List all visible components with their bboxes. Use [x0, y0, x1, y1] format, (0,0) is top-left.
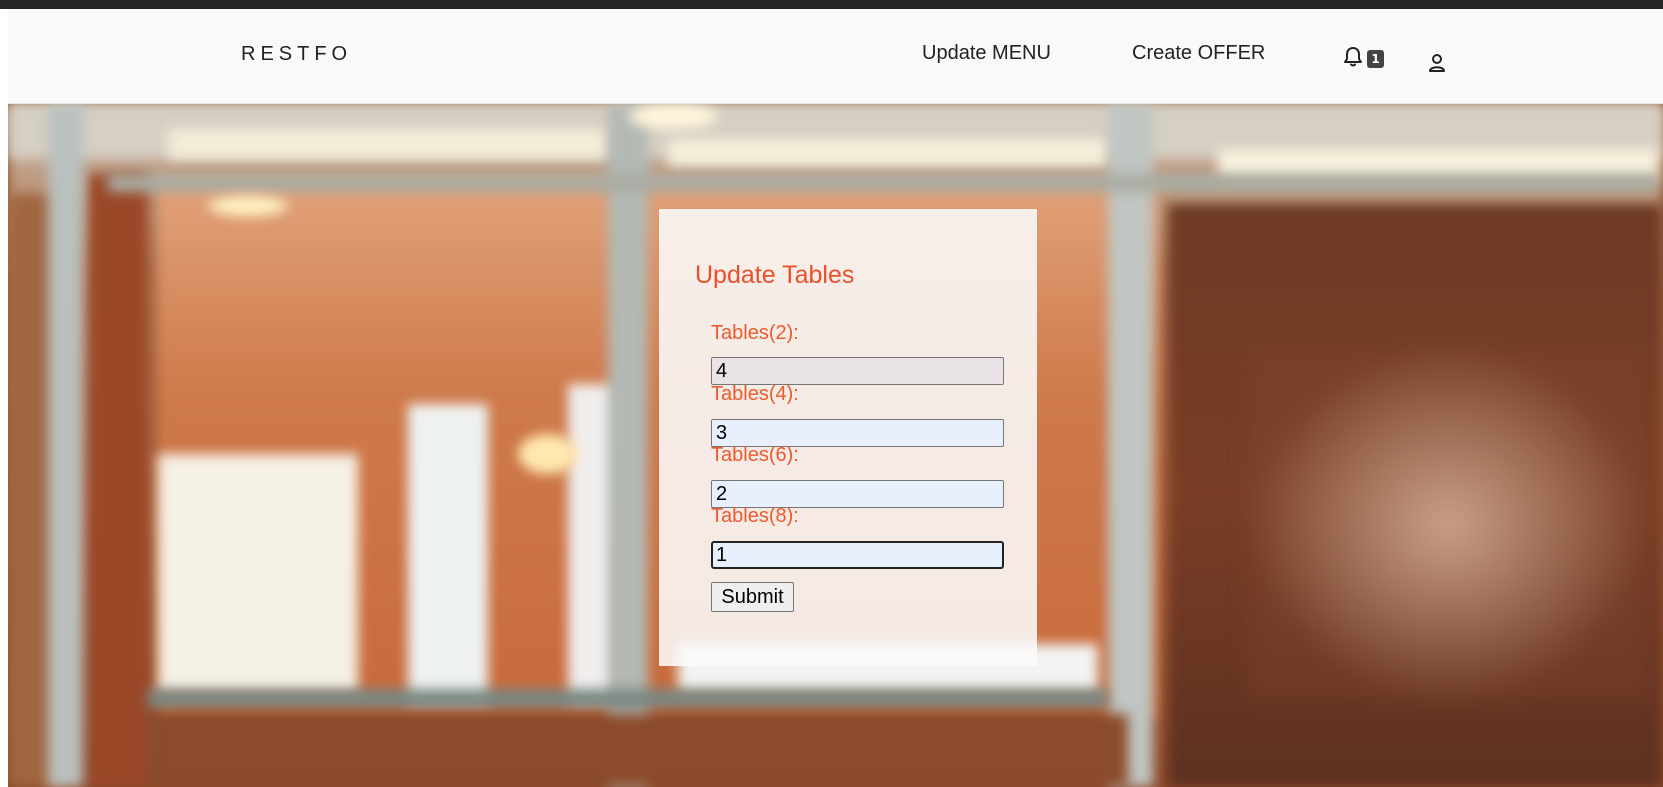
user-icon[interactable] [1428, 53, 1446, 73]
nav-link-update-menu[interactable]: Update MENU [922, 42, 1051, 65]
notifications-button[interactable]: 1 [1341, 45, 1386, 71]
update-tables-form: Update Tables Tables(2): Tables(4): Tabl… [659, 209, 1037, 666]
bell-icon [1344, 47, 1362, 67]
tables-2-input[interactable] [711, 357, 1004, 385]
submit-button[interactable]: Submit [711, 582, 794, 612]
tables-8-label: Tables(8): [711, 505, 799, 527]
tables-6-label: Tables(6): [711, 444, 799, 466]
tables-4-label: Tables(4): [711, 383, 799, 405]
window-top-border [0, 0, 1663, 9]
notification-count-badge: 1 [1367, 50, 1384, 68]
tables-8-input[interactable] [711, 541, 1004, 569]
form-title: Update Tables [695, 261, 855, 289]
tables-6-input[interactable] [711, 480, 1004, 508]
tables-2-label: Tables(2): [711, 322, 799, 344]
nav-link-create-offer[interactable]: Create OFFER [1132, 42, 1265, 65]
navbar: RESTFO Update MENU Create OFFER 1 [8, 9, 1663, 104]
tables-4-input[interactable] [711, 419, 1004, 447]
brand-logo[interactable]: RESTFO [241, 43, 352, 66]
